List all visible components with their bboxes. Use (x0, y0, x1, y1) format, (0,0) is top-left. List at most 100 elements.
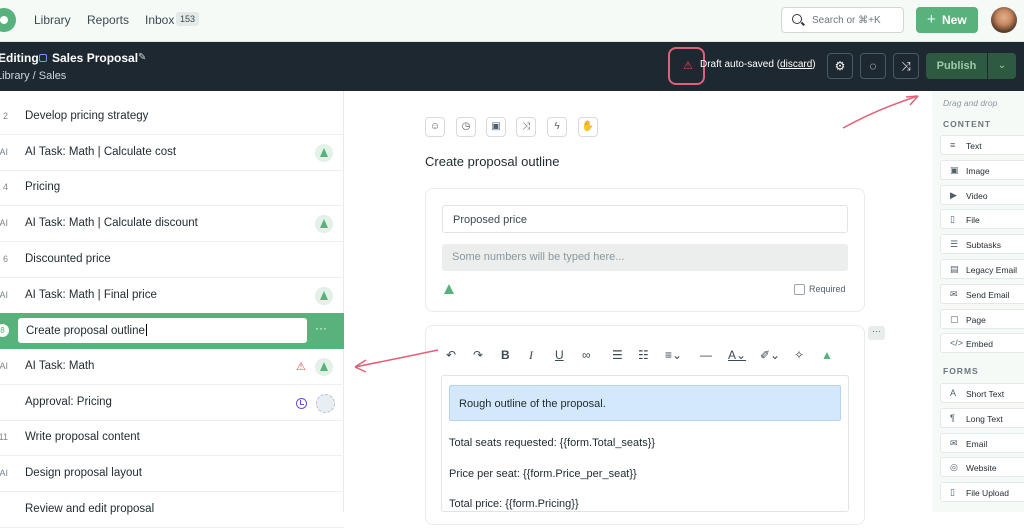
highlight-dropdown-icon[interactable]: ✐⌄ (760, 348, 780, 362)
bold-icon[interactable]: B (501, 348, 510, 362)
numbered-list-icon[interactable]: ☷ (638, 348, 649, 362)
component-page[interactable]: ▢ Page (940, 308, 1024, 329)
new-button[interactable]: + New (916, 7, 978, 33)
undo-icon[interactable]: ↶ (446, 348, 456, 362)
component-icon: ▤ (950, 264, 959, 274)
ai-bot-icon (315, 286, 333, 305)
component-subtasks[interactable]: ☰ Subtasks (940, 234, 1024, 255)
task-more-options-icon[interactable]: ··· (315, 321, 327, 335)
step-title[interactable]: Create proposal outline (425, 154, 559, 169)
component-long-text[interactable]: ¶ Long Text (940, 407, 1024, 428)
component-send-email[interactable]: ✉ Send Email (940, 283, 1024, 304)
nav-inbox-link[interactable]: Inbox (145, 13, 174, 27)
link-icon[interactable]: ∞ (582, 348, 591, 362)
component-icon: </> (950, 338, 964, 349)
task-row[interactable]: 8 Create proposal outline ··· (0, 313, 344, 350)
editor-line[interactable]: Price per seat: {{form.Price_per_seat}} (449, 468, 637, 480)
warning-icon[interactable]: ⚠ (296, 360, 306, 373)
bullet-list-icon[interactable]: ☰ (612, 348, 623, 362)
settings-gear-icon[interactable]: ⚙ (827, 53, 853, 79)
align-dropdown-icon[interactable]: ≡⌄ (665, 348, 682, 362)
task-title-input[interactable]: Create proposal outline (18, 318, 307, 344)
drag-drop-hint: Drag and drop (943, 98, 998, 108)
editor-line[interactable]: Total price: {{form.Pricing}} (449, 498, 579, 510)
task-row[interactable]: AI AI Task: Math | Calculate discount (0, 206, 344, 243)
shuffle-icon[interactable]: ⤨ (893, 53, 919, 79)
component-icon: ▯ (950, 214, 955, 225)
task-label: Pricing (25, 181, 61, 194)
component-icon: ◎ (950, 462, 958, 473)
component-file[interactable]: ▯ File (940, 209, 1024, 230)
task-label: Approval: Pricing (25, 395, 112, 408)
publish-dropdown-chevron-icon[interactable]: ⌄ (988, 53, 1016, 79)
app-logo-icon[interactable] (0, 8, 16, 32)
redo-icon[interactable]: ↷ (473, 348, 483, 362)
permissions-lock-icon[interactable]: ▣ (486, 117, 506, 137)
edit-title-icon[interactable]: ✎ (138, 52, 146, 63)
component-label: File (966, 215, 980, 226)
component-label: Embed (966, 339, 993, 350)
component-label: Page (966, 314, 986, 325)
task-row[interactable]: AI AI Task: Math ⚠ (0, 349, 344, 385)
nav-reports-link[interactable]: Reports (87, 13, 129, 27)
task-label: Write proposal content (25, 431, 140, 444)
nav-library-link[interactable]: Library (34, 13, 71, 27)
divider-icon[interactable]: — (700, 348, 712, 362)
task-number: AI (0, 468, 8, 478)
required-checkbox[interactable] (794, 284, 805, 295)
search-input[interactable]: Search or ⌘+K (781, 7, 904, 33)
comment-icon[interactable]: ◌ (860, 53, 886, 79)
task-row[interactable]: AI Design proposal layout (0, 456, 344, 492)
component-website[interactable]: ◎ Website (940, 457, 1024, 478)
italic-icon[interactable]: I (529, 348, 533, 363)
task-row[interactable]: 4 Pricing (0, 170, 344, 207)
component-short-text[interactable]: A Short Text (940, 383, 1024, 403)
component-image[interactable]: ▣ Image (940, 159, 1024, 180)
component-embed[interactable]: </> Embed (940, 333, 1024, 354)
task-number: 2 (2, 111, 8, 121)
breadcrumb[interactable]: Library / Sales (0, 70, 66, 82)
component-video[interactable]: ▶ Video (940, 184, 1024, 205)
highlighted-callout[interactable]: Rough outline of the proposal. (449, 385, 841, 421)
task-row[interactable]: AI AI Task: Math | Final price (0, 278, 344, 314)
component-email[interactable]: ✉ Email (940, 432, 1024, 453)
component-legacy-email[interactable]: ▤ Legacy Email (940, 259, 1024, 279)
task-row[interactable]: 11 Write proposal content (0, 420, 344, 457)
underline-icon[interactable]: U (555, 348, 564, 362)
user-avatar[interactable] (991, 7, 1017, 33)
inbox-count-badge: 153 (176, 12, 200, 26)
top-nav-bar: Library Reports Inbox 153 Search or ⌘+K … (0, 0, 1024, 42)
task-row[interactable]: Approval: Pricing (0, 385, 344, 421)
warning-icon[interactable]: ⚠ (683, 59, 693, 72)
ai-bot-icon[interactable] (444, 284, 454, 294)
publish-button[interactable]: Publish (926, 53, 987, 79)
card-more-options-icon[interactable]: ··· (868, 326, 885, 340)
task-row[interactable]: Review and edit proposal (0, 492, 344, 528)
component-icon: ▯ (950, 487, 955, 498)
autosave-suffix: ) (812, 59, 816, 70)
task-label: Create proposal outline (26, 325, 145, 338)
due-date-clock-icon[interactable]: ◷ (456, 117, 476, 137)
task-row[interactable]: 2 Develop pricing strategy (0, 99, 344, 135)
plus-icon: + (927, 11, 936, 28)
field-label-input[interactable]: Proposed price (442, 205, 848, 233)
task-label: AI Task: Math (25, 359, 95, 372)
task-number: AI (0, 289, 8, 300)
conditional-shuffle-icon[interactable]: ⤨ (516, 117, 536, 137)
task-row[interactable]: AI AI Task: Math | Calculate cost (0, 135, 344, 171)
magic-wand-icon[interactable]: ✧ (794, 348, 804, 362)
discard-link[interactable]: discard (780, 59, 812, 70)
stop-hand-icon[interactable]: ✋ (578, 117, 598, 137)
component-text[interactable]: ≡ Text (940, 135, 1024, 155)
component-label: Email (966, 438, 988, 449)
text-color-dropdown-icon[interactable]: A⌄ (728, 348, 746, 362)
task-row[interactable]: 6 Discounted price (0, 242, 344, 278)
search-icon (792, 14, 802, 24)
component-file-upload[interactable]: ▯ File Upload (940, 482, 1024, 503)
field-placeholder-input[interactable]: Some numbers will be typed here... (442, 244, 848, 271)
ai-assist-icon[interactable]: ▲ (821, 348, 833, 362)
automation-bolt-icon[interactable]: ϟ (547, 117, 567, 137)
assign-user-icon[interactable]: ☺ (425, 117, 445, 137)
editor-line[interactable]: Total seats requested: {{form.Total_seat… (449, 437, 655, 449)
task-label: AI Task: Math | Calculate cost (25, 145, 177, 158)
